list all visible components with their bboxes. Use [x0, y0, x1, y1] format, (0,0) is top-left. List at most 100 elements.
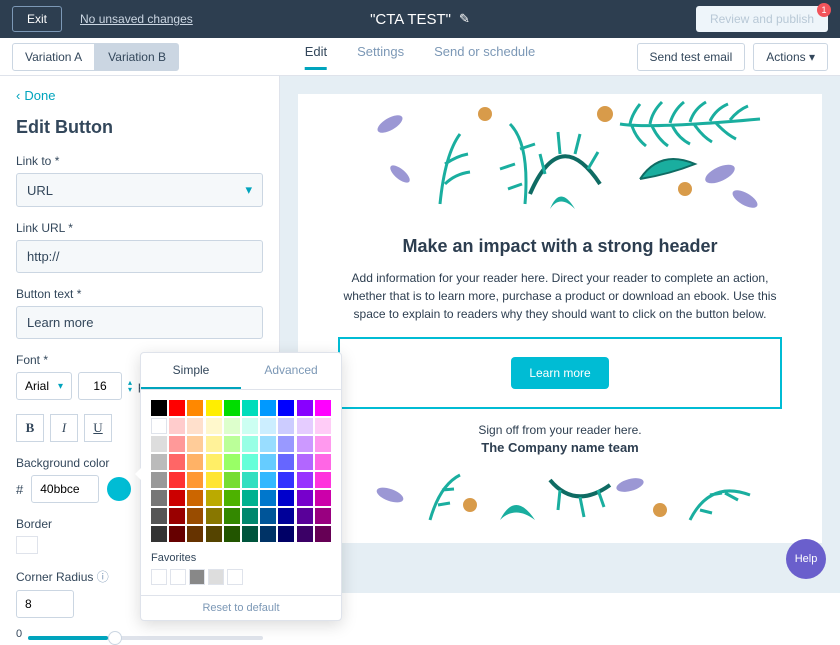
color-swatch[interactable] — [297, 472, 313, 488]
font-size-input[interactable] — [78, 372, 122, 400]
color-swatch[interactable] — [297, 526, 313, 542]
color-swatch[interactable] — [206, 472, 222, 488]
color-swatch[interactable] — [315, 526, 331, 542]
color-swatch[interactable] — [187, 508, 203, 524]
color-swatch[interactable] — [169, 400, 185, 416]
colorpicker-tab-advanced[interactable]: Advanced — [241, 353, 341, 389]
color-swatch[interactable] — [224, 472, 240, 488]
actions-menu-button[interactable]: Actions ▾ — [753, 43, 828, 71]
reset-default-link[interactable]: Reset to default — [141, 595, 341, 620]
color-swatch[interactable] — [206, 490, 222, 506]
exit-button[interactable]: Exit — [12, 6, 62, 32]
color-swatch[interactable] — [169, 472, 185, 488]
color-swatch[interactable] — [260, 418, 276, 434]
color-swatch[interactable] — [260, 472, 276, 488]
color-swatch[interactable] — [278, 490, 294, 506]
color-swatch[interactable] — [260, 508, 276, 524]
color-swatch[interactable] — [278, 526, 294, 542]
color-swatch[interactable] — [187, 526, 203, 542]
color-swatch[interactable] — [297, 508, 313, 524]
bold-button[interactable]: B — [16, 414, 44, 442]
italic-button[interactable]: I — [50, 414, 78, 442]
font-family-select[interactable]: Arial▾ — [16, 372, 72, 400]
color-swatch[interactable] — [278, 508, 294, 524]
color-swatch[interactable] — [297, 454, 313, 470]
color-swatch[interactable] — [206, 418, 222, 434]
variation-a-tab[interactable]: Variation A — [12, 43, 95, 71]
color-swatch[interactable] — [297, 490, 313, 506]
link-url-input[interactable] — [16, 240, 263, 273]
color-swatch[interactable] — [297, 400, 313, 416]
color-swatch[interactable] — [169, 454, 185, 470]
color-swatch[interactable] — [206, 526, 222, 542]
tab-send[interactable]: Send or schedule — [434, 44, 535, 70]
color-swatch[interactable] — [315, 490, 331, 506]
color-swatch[interactable] — [206, 454, 222, 470]
color-swatch[interactable] — [151, 490, 167, 506]
color-swatch[interactable] — [278, 418, 294, 434]
help-button[interactable]: Help — [786, 539, 826, 579]
color-swatch[interactable] — [242, 400, 258, 416]
color-swatch[interactable] — [260, 436, 276, 452]
color-swatch[interactable] — [278, 400, 294, 416]
underline-button[interactable]: U — [84, 414, 112, 442]
color-swatch[interactable] — [315, 436, 331, 452]
favorite-swatch[interactable] — [208, 569, 224, 585]
favorite-swatch[interactable] — [189, 569, 205, 585]
tab-edit[interactable]: Edit — [305, 44, 327, 70]
color-swatch[interactable] — [278, 472, 294, 488]
color-swatch[interactable] — [224, 418, 240, 434]
review-publish-button[interactable]: Review and publish — [696, 6, 828, 32]
bg-color-input[interactable] — [31, 475, 99, 503]
color-swatch[interactable] — [278, 454, 294, 470]
color-swatch[interactable] — [151, 526, 167, 542]
color-swatch[interactable] — [224, 526, 240, 542]
bg-color-swatch[interactable] — [107, 477, 131, 501]
color-swatch[interactable] — [242, 508, 258, 524]
color-swatch[interactable] — [224, 436, 240, 452]
color-swatch[interactable] — [260, 454, 276, 470]
border-swatch[interactable] — [16, 536, 38, 554]
color-swatch[interactable] — [206, 436, 222, 452]
colorpicker-tab-simple[interactable]: Simple — [141, 353, 241, 389]
slider-thumb[interactable] — [108, 631, 122, 645]
color-swatch[interactable] — [297, 436, 313, 452]
color-swatch[interactable] — [151, 508, 167, 524]
color-swatch[interactable] — [242, 490, 258, 506]
done-link[interactable]: ‹Done — [16, 88, 263, 103]
color-swatch[interactable] — [151, 472, 167, 488]
color-swatch[interactable] — [315, 400, 331, 416]
button-text-input[interactable] — [16, 306, 263, 339]
color-swatch[interactable] — [151, 418, 167, 434]
favorite-swatch[interactable] — [227, 569, 243, 585]
favorite-swatch[interactable] — [151, 569, 167, 585]
color-swatch[interactable] — [151, 454, 167, 470]
size-down-icon[interactable]: ▾ — [128, 386, 132, 393]
color-swatch[interactable] — [242, 418, 258, 434]
color-swatch[interactable] — [224, 400, 240, 416]
send-test-button[interactable]: Send test email — [637, 43, 746, 71]
info-icon[interactable]: ⓘ — [97, 570, 109, 584]
color-swatch[interactable] — [151, 436, 167, 452]
color-swatch[interactable] — [169, 526, 185, 542]
color-swatch[interactable] — [187, 400, 203, 416]
color-swatch[interactable] — [187, 490, 203, 506]
favorite-swatch[interactable] — [170, 569, 186, 585]
color-swatch[interactable] — [169, 418, 185, 434]
color-swatch[interactable] — [297, 418, 313, 434]
color-swatch[interactable] — [169, 436, 185, 452]
color-swatch[interactable] — [315, 472, 331, 488]
color-swatch[interactable] — [169, 508, 185, 524]
color-swatch[interactable] — [242, 526, 258, 542]
link-to-select[interactable]: URL▾ — [16, 173, 263, 207]
color-swatch[interactable] — [187, 418, 203, 434]
color-swatch[interactable] — [242, 436, 258, 452]
color-swatch[interactable] — [224, 454, 240, 470]
color-swatch[interactable] — [206, 400, 222, 416]
variation-b-tab[interactable]: Variation B — [95, 43, 179, 71]
color-swatch[interactable] — [187, 436, 203, 452]
color-swatch[interactable] — [278, 436, 294, 452]
color-swatch[interactable] — [187, 472, 203, 488]
radius-input[interactable] — [16, 590, 74, 618]
cta-button[interactable]: Learn more — [511, 357, 608, 389]
